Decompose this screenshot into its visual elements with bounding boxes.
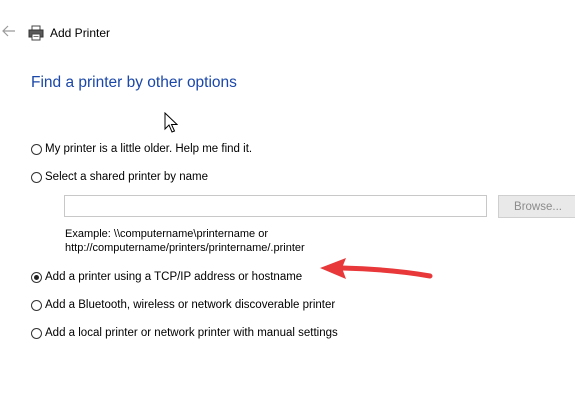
radio-option-label: Select a shared printer by name	[45, 171, 209, 183]
radio-option-label: Add a printer using a TCP/IP address or …	[45, 271, 303, 283]
radio-option-bluetooth-wireless[interactable]: Add a Bluetooth, wireless or network dis…	[31, 297, 335, 313]
radio-button[interactable]	[31, 171, 42, 183]
page-title: Find a printer by other options	[31, 74, 237, 91]
back-arrow-icon[interactable]	[2, 24, 16, 38]
title-bar: Add Printer	[0, 22, 575, 46]
add-printer-window: Add Printer Find a printer by other opti…	[0, 0, 575, 401]
radio-button[interactable]	[31, 143, 42, 155]
radio-option-shared-printer[interactable]: Select a shared printer by name	[31, 169, 208, 185]
radio-option-label: My printer is a little older. Help me fi…	[45, 143, 253, 155]
radio-option-label: Add a Bluetooth, wireless or network dis…	[45, 299, 336, 311]
window-title: Add Printer	[50, 26, 111, 40]
red-annotation-arrow-icon	[318, 255, 436, 295]
printer-icon	[28, 25, 44, 41]
radio-option-tcpip[interactable]: Add a printer using a TCP/IP address or …	[31, 269, 302, 285]
radio-option-older-printer[interactable]: My printer is a little older. Help me fi…	[31, 141, 252, 157]
radio-option-local-manual[interactable]: Add a local printer or network printer w…	[31, 325, 338, 341]
shared-printer-name-input[interactable]	[64, 195, 487, 217]
browse-button[interactable]: Browse...	[498, 195, 575, 218]
example-hint-line-1: Example: \\computername\printername or	[65, 228, 268, 240]
radio-button-selected[interactable]	[31, 271, 42, 283]
example-hint: Example: \\computername\printername or h…	[65, 227, 305, 255]
mouse-cursor-icon	[164, 111, 179, 134]
radio-option-label: Add a local printer or network printer w…	[45, 327, 338, 339]
radio-button[interactable]	[31, 299, 42, 311]
radio-button[interactable]	[31, 327, 42, 339]
example-hint-line-2: http://computername/printers/printername…	[65, 242, 305, 254]
